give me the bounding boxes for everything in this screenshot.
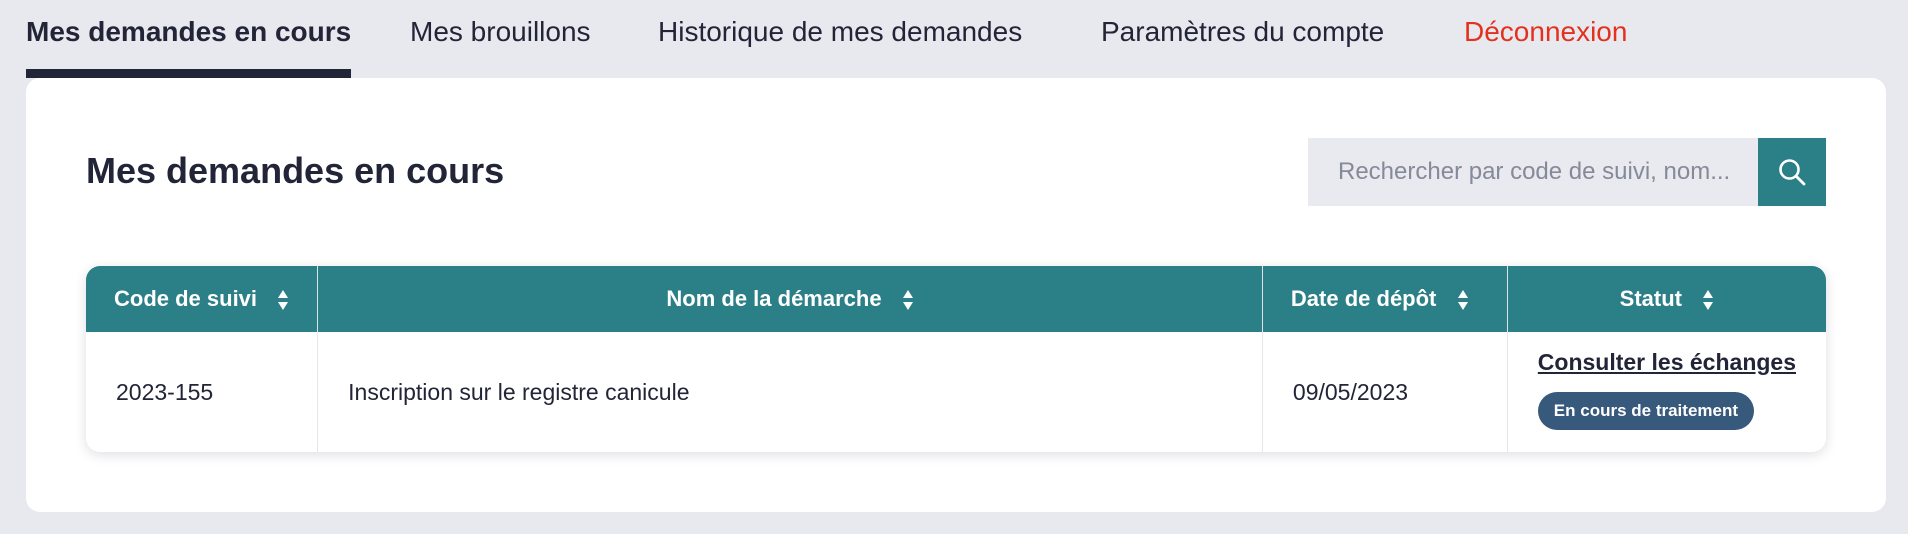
- sort-icon: [1703, 290, 1714, 311]
- sort-icon: [1457, 290, 1468, 311]
- tab-historique[interactable]: Historique de mes demandes: [658, 0, 1022, 78]
- tab-mes-demandes-en-cours[interactable]: Mes demandes en cours: [26, 0, 352, 78]
- tracking-code-cell: 2023-155: [86, 332, 319, 452]
- sort-icon: [278, 290, 289, 311]
- table-header-row: Code de suivi Nom de la démarche Date de…: [86, 266, 1826, 332]
- tab-parametres-du-compte[interactable]: Paramètres du compte: [1101, 0, 1384, 78]
- column-header-code[interactable]: Code de suivi: [86, 266, 319, 332]
- tab-mes-brouillons[interactable]: Mes brouillons: [410, 0, 591, 78]
- requests-table: Code de suivi Nom de la démarche Date de…: [86, 266, 1826, 452]
- procedure-name-cell: Inscription sur le registre canicule: [317, 332, 1263, 452]
- column-header-status[interactable]: Statut: [1507, 266, 1826, 332]
- search-icon: [1779, 159, 1806, 186]
- search-button[interactable]: [1758, 138, 1826, 206]
- account-tabs: Mes demandes en cours Mes brouillons His…: [0, 0, 1908, 78]
- column-header-label: Nom de la démarche: [666, 286, 882, 311]
- requests-card: Mes demandes en cours Code de suivi: [26, 78, 1886, 512]
- column-header-label: Statut: [1619, 286, 1682, 311]
- column-header-name[interactable]: Nom de la démarche: [317, 266, 1263, 332]
- search-input[interactable]: [1308, 138, 1758, 206]
- status-badge: En cours de traitement: [1537, 391, 1755, 430]
- search-bar: [1308, 138, 1852, 206]
- consult-exchanges-link[interactable]: Consulter les échanges: [1538, 349, 1796, 376]
- column-header-label: Code de suivi: [114, 286, 258, 311]
- sort-icon: [902, 290, 913, 311]
- status-cell: Consulter les échanges En cours de trait…: [1507, 332, 1826, 452]
- column-header-label: Date de dépôt: [1290, 286, 1437, 311]
- tab-deconnexion[interactable]: Déconnexion: [1464, 0, 1627, 78]
- column-header-date[interactable]: Date de dépôt: [1262, 266, 1508, 332]
- page-title: Mes demandes en cours: [86, 150, 505, 191]
- submission-date-cell: 09/05/2023: [1262, 332, 1508, 452]
- table-row: 2023-155 Inscription sur le registre can…: [86, 332, 1826, 452]
